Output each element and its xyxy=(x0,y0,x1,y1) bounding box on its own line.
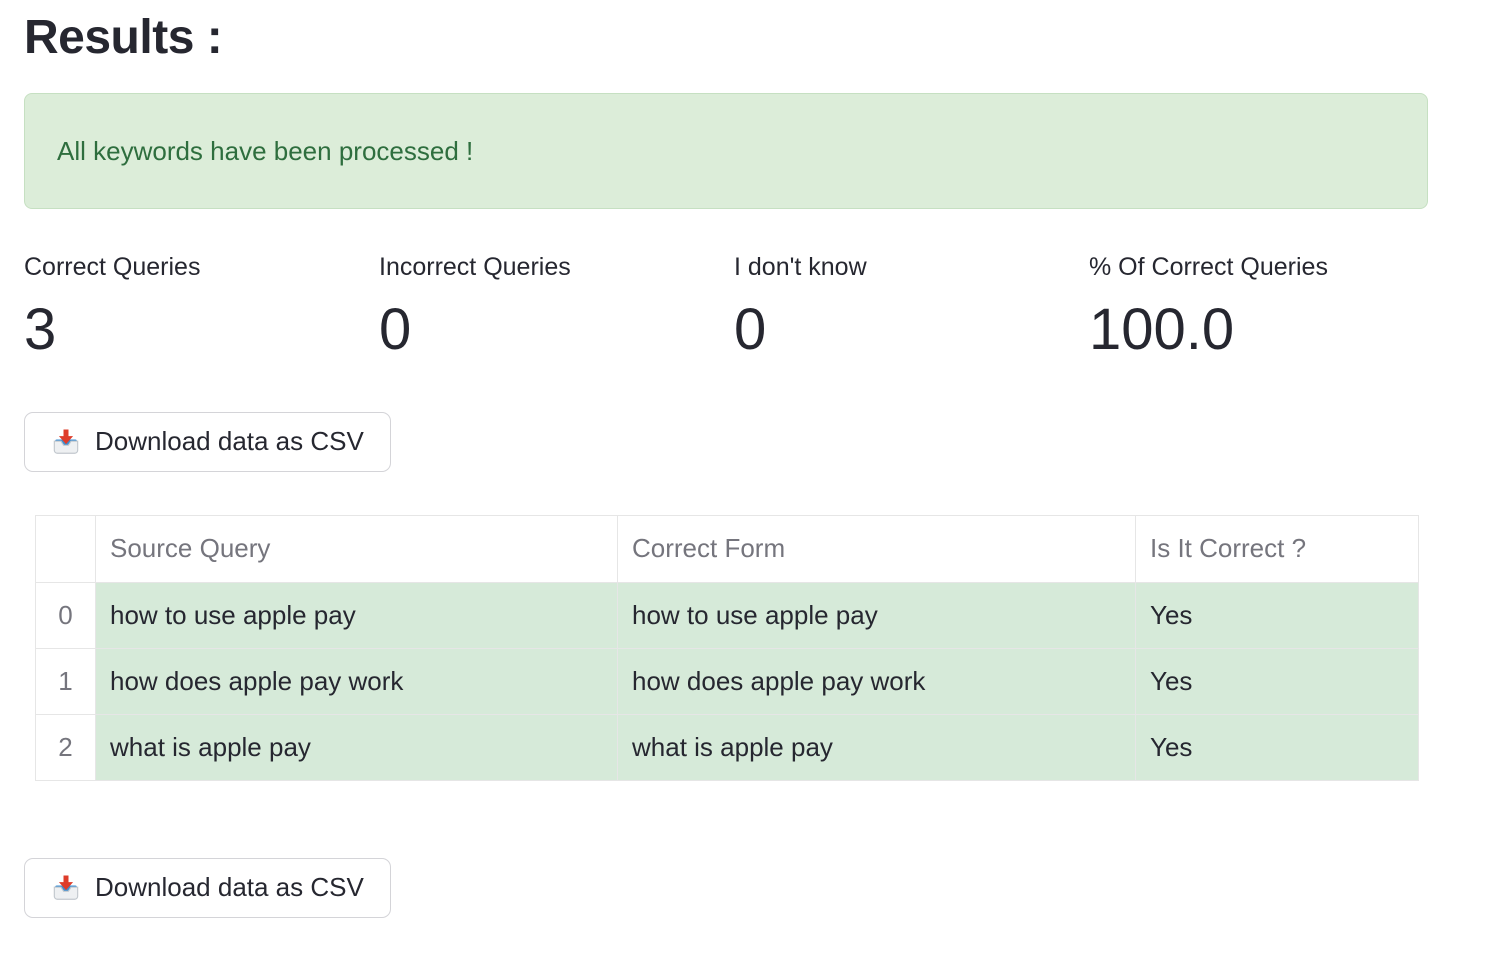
table-header-row: Source Query Correct Form Is It Correct … xyxy=(36,515,1419,582)
table-row: 2 what is apple pay what is apple pay Ye… xyxy=(36,714,1419,780)
metric-label: I don't know xyxy=(734,253,1073,282)
inbox-tray-icon xyxy=(51,873,81,903)
column-header-source-query: Source Query xyxy=(96,515,618,582)
download-csv-button-bottom[interactable]: Download data as CSV xyxy=(24,858,391,918)
download-csv-button-top[interactable]: Download data as CSV xyxy=(24,412,391,472)
metric-label: Correct Queries xyxy=(24,253,363,282)
cell-is-it-correct: Yes xyxy=(1136,582,1419,648)
results-page: Results : All keywords have been process… xyxy=(0,0,1504,918)
metric-value: 0 xyxy=(379,298,718,362)
metrics-row: Correct Queries 3 Incorrect Queries 0 I … xyxy=(24,253,1428,362)
results-table: Source Query Correct Form Is It Correct … xyxy=(35,515,1419,781)
metric-i-dont-know: I don't know 0 xyxy=(734,253,1073,362)
metric-correct-queries: Correct Queries 3 xyxy=(24,253,363,362)
download-csv-label: Download data as CSV xyxy=(95,872,364,903)
cell-source-query: how to use apple pay xyxy=(96,582,618,648)
metric-label: Incorrect Queries xyxy=(379,253,718,282)
download-csv-label: Download data as CSV xyxy=(95,426,364,457)
success-alert: All keywords have been processed ! xyxy=(24,93,1428,209)
row-index: 0 xyxy=(36,582,96,648)
row-index: 1 xyxy=(36,648,96,714)
cell-correct-form: how does apple pay work xyxy=(618,648,1136,714)
column-header-is-it-correct: Is It Correct ? xyxy=(1136,515,1419,582)
cell-is-it-correct: Yes xyxy=(1136,714,1419,780)
metric-pct-correct-queries: % Of Correct Queries 100.0 xyxy=(1089,253,1428,362)
cell-correct-form: what is apple pay xyxy=(618,714,1136,780)
table-row: 0 how to use apple pay how to use apple … xyxy=(36,582,1419,648)
cell-source-query: what is apple pay xyxy=(96,714,618,780)
metric-value: 3 xyxy=(24,298,363,362)
page-title: Results : xyxy=(24,10,1504,65)
metric-value: 100.0 xyxy=(1089,298,1428,362)
row-index: 2 xyxy=(36,714,96,780)
column-header-index xyxy=(36,515,96,582)
metric-incorrect-queries: Incorrect Queries 0 xyxy=(379,253,718,362)
metric-label: % Of Correct Queries xyxy=(1089,253,1428,282)
inbox-tray-icon xyxy=(51,427,81,457)
column-header-correct-form: Correct Form xyxy=(618,515,1136,582)
cell-source-query: how does apple pay work xyxy=(96,648,618,714)
success-alert-text: All keywords have been processed ! xyxy=(57,136,473,167)
results-table-wrapper: Source Query Correct Form Is It Correct … xyxy=(35,515,1504,781)
cell-is-it-correct: Yes xyxy=(1136,648,1419,714)
metric-value: 0 xyxy=(734,298,1073,362)
cell-correct-form: how to use apple pay xyxy=(618,582,1136,648)
table-row: 1 how does apple pay work how does apple… xyxy=(36,648,1419,714)
